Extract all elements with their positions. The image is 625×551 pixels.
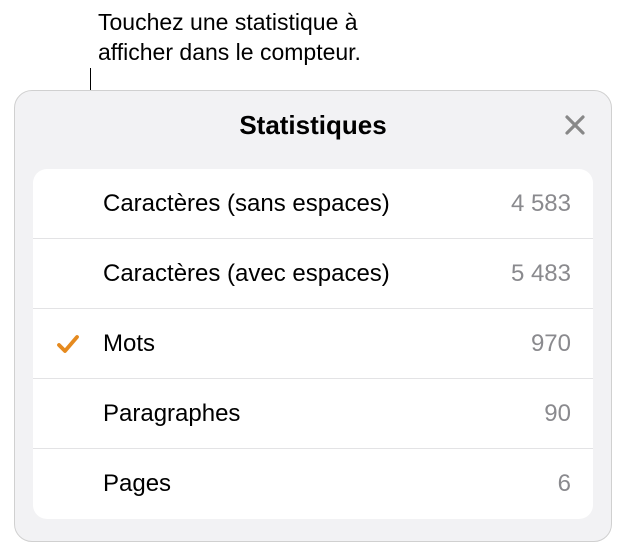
stat-value: 6 <box>558 470 571 498</box>
stat-label: Paragraphes <box>103 400 544 428</box>
stat-value: 970 <box>531 330 571 358</box>
stat-row-words[interactable]: Mots 970 <box>33 309 593 379</box>
checkmark-icon <box>55 331 81 357</box>
stat-label: Mots <box>103 330 531 358</box>
statistics-list: Caractères (sans espaces) 4 583 Caractèr… <box>33 169 593 519</box>
stat-row-pages[interactable]: Pages 6 <box>33 449 593 519</box>
stat-value: 4 583 <box>511 190 571 218</box>
stat-label: Pages <box>103 470 558 498</box>
close-icon <box>564 114 586 136</box>
check-col <box>33 331 103 357</box>
stat-row-paragraphs[interactable]: Paragraphes 90 <box>33 379 593 449</box>
stat-label: Caractères (avec espaces) <box>103 260 511 288</box>
callout-line-2: afficher dans le compteur. <box>98 39 361 65</box>
stat-row-chars-no-spaces[interactable]: Caractères (sans espaces) 4 583 <box>33 169 593 239</box>
close-button[interactable] <box>561 111 589 139</box>
stat-value: 5 483 <box>511 260 571 288</box>
callout-line-1: Touchez une statistique à <box>98 9 358 35</box>
panel-title: Statistiques <box>239 110 386 141</box>
stat-value: 90 <box>544 400 571 428</box>
panel-header: Statistiques <box>15 91 611 159</box>
stat-row-chars-with-spaces[interactable]: Caractères (avec espaces) 5 483 <box>33 239 593 309</box>
callout-text: Touchez une statistique à afficher dans … <box>98 8 361 68</box>
statistics-panel: Statistiques Caractères (sans espaces) 4… <box>14 90 612 542</box>
stat-label: Caractères (sans espaces) <box>103 190 511 218</box>
